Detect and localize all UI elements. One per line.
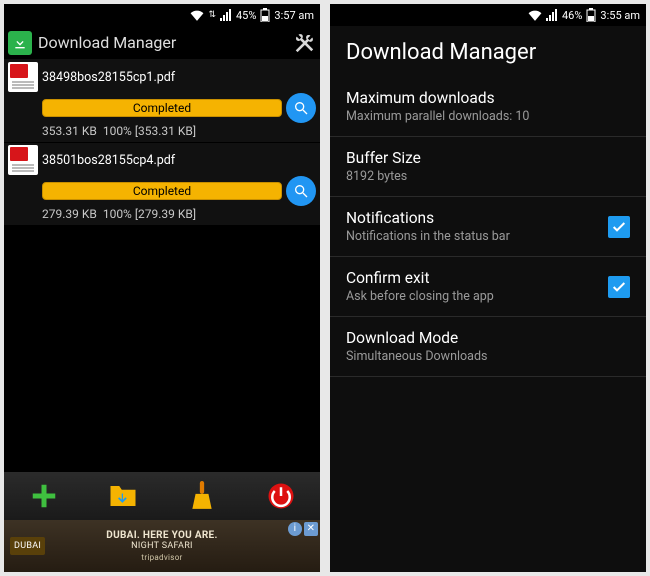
search-button[interactable] [286, 176, 316, 206]
download-item[interactable]: 38501bos28155cp4.pdf Completed 279.39 KB… [4, 143, 320, 226]
battery-text: 46% [562, 9, 582, 22]
ad-badge: DUBAI [10, 537, 45, 555]
data-up-down-icon: ⇅ [208, 10, 216, 20]
phone-left: ⇅ 45% 3:57 am Download Manager 38498bos2… [4, 4, 320, 572]
download-info: 353.31 KB 100% [353.31 KB] [42, 124, 316, 138]
checkbox-checked-icon[interactable] [608, 216, 630, 238]
setting-title: Confirm exit [346, 269, 608, 287]
download-item[interactable]: 38498bos28155cp1.pdf Completed 353.31 KB… [4, 60, 320, 143]
battery-icon [586, 8, 596, 22]
pdf-icon [8, 145, 38, 175]
setting-subtitle: Notifications in the status bar [346, 229, 608, 244]
title-bar: Download Manager [4, 26, 320, 60]
settings-title: Download Manager [330, 26, 646, 77]
setting-confirm-exit[interactable]: Confirm exit Ask before closing the app [330, 257, 646, 317]
download-status: Completed [133, 184, 191, 198]
download-filename: 38498bos28155cp1.pdf [42, 70, 316, 85]
checkbox-checked-icon[interactable] [608, 276, 630, 298]
add-button[interactable] [4, 472, 83, 520]
setting-subtitle: Maximum parallel downloads: 10 [346, 109, 630, 124]
settings-tools-icon[interactable] [292, 31, 316, 55]
signal-icon [546, 9, 558, 21]
ad-brand: tripadvisor [141, 553, 182, 562]
wifi-icon [528, 9, 542, 21]
empty-area [330, 377, 646, 572]
search-button[interactable] [286, 93, 316, 123]
ad-line2: NIGHT SAFARI [131, 541, 193, 551]
download-progress: Completed [42, 99, 282, 117]
setting-subtitle: Ask before closing the app [346, 289, 608, 304]
download-list: 38498bos28155cp1.pdf Completed 353.31 KB… [4, 60, 320, 226]
setting-subtitle: 8192 bytes [346, 169, 630, 184]
setting-notifications[interactable]: Notifications Notifications in the statu… [330, 197, 646, 257]
app-title: Download Manager [38, 33, 286, 52]
battery-text: 45% [236, 9, 256, 22]
setting-maximum-downloads[interactable]: Maximum downloads Maximum parallel downl… [330, 77, 646, 137]
download-progress: Completed [42, 182, 282, 200]
setting-title: Maximum downloads [346, 89, 630, 107]
clock-text: 3:55 am [600, 9, 640, 22]
ad-info-icon[interactable]: i [288, 522, 302, 536]
setting-subtitle: Simultaneous Downloads [346, 349, 630, 364]
setting-download-mode[interactable]: Download Mode Simultaneous Downloads [330, 317, 646, 377]
download-filename: 38501bos28155cp4.pdf [42, 153, 316, 168]
download-status: Completed [133, 101, 191, 115]
signal-icon [220, 9, 232, 21]
battery-icon [260, 8, 270, 22]
wifi-icon [190, 9, 204, 21]
ad-close-icon[interactable]: ✕ [304, 522, 318, 536]
folder-button[interactable] [83, 472, 162, 520]
setting-title: Download Mode [346, 329, 630, 347]
download-info: 279.39 KB 100% [279.39 KB] [42, 207, 316, 221]
clean-button[interactable] [162, 472, 241, 520]
power-button[interactable] [241, 472, 320, 520]
ad-banner[interactable]: i ✕ DUBAI DUBAI. HERE YOU ARE. NIGHT SAF… [4, 520, 320, 572]
bottom-toolbar [4, 472, 320, 520]
pdf-icon [8, 62, 38, 92]
clock-text: 3:57 am [274, 9, 314, 22]
ad-line1: DUBAI. HERE YOU ARE. [106, 530, 217, 541]
setting-title: Buffer Size [346, 149, 630, 167]
status-bar: 46% 3:55 am [330, 4, 646, 26]
setting-title: Notifications [346, 209, 608, 227]
status-bar: ⇅ 45% 3:57 am [4, 4, 320, 26]
setting-buffer-size[interactable]: Buffer Size 8192 bytes [330, 137, 646, 197]
app-download-icon [8, 31, 32, 55]
phone-right: 46% 3:55 am Download Manager Maximum dow… [330, 4, 646, 572]
